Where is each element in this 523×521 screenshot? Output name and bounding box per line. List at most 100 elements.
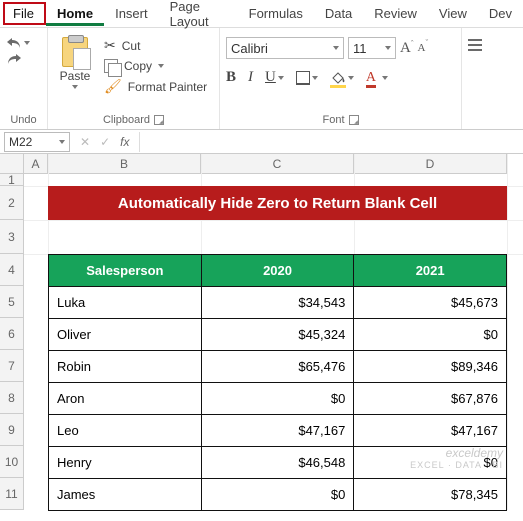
header-salesperson[interactable]: Salesperson [49,255,202,287]
cut-button[interactable]: ✂ Cut [104,37,207,54]
copy-label: Copy [124,59,152,73]
cell-2021[interactable]: $45,673 [354,287,507,319]
font-name-combo[interactable]: Calibri [226,37,344,59]
cell-2020[interactable]: $34,543 [201,287,354,319]
row-header[interactable]: 9 [0,414,24,446]
row-header[interactable]: 3 [0,220,24,254]
underline-button[interactable]: U [265,69,284,86]
row-header[interactable]: 7 [0,350,24,382]
italic-button[interactable]: I [248,69,253,86]
row-header[interactable]: 1 [0,174,24,186]
enter-formula-button[interactable]: ✓ [100,135,110,149]
copy-button[interactable]: Copy [104,59,207,73]
redo-icon [6,53,22,65]
cell-name[interactable]: Oliver [49,319,202,351]
caret-down-icon [333,46,339,50]
cell-2021[interactable]: $0 [354,447,507,479]
grow-font-icon: Aˆ [400,40,414,57]
header-2020[interactable]: 2020 [201,255,354,287]
cell-2021[interactable]: $47,167 [354,415,507,447]
cell-name[interactable]: Henry [49,447,202,479]
tab-data[interactable]: Data [314,2,363,25]
ribbon: Undo Paste ✂ Cut Copy 🖌 [0,28,523,130]
cell-2021[interactable]: $67,876 [354,383,507,415]
align-top-button[interactable] [468,31,482,51]
cell-name[interactable]: Luka [49,287,202,319]
cell-2020[interactable]: $46,548 [201,447,354,479]
table-row[interactable]: Aron$0$67,876 [49,383,507,415]
tab-review[interactable]: Review [363,2,428,25]
table-row[interactable]: James$0$78,345 [49,479,507,511]
fill-color-button[interactable] [330,71,354,85]
border-button[interactable] [296,71,318,85]
tab-developer[interactable]: Dev [478,2,523,25]
cell-2021[interactable]: $78,345 [354,479,507,511]
redo-button[interactable] [6,53,30,65]
header-2021[interactable]: 2021 [354,255,507,287]
name-box-value: M22 [9,135,32,149]
font-color-icon: A [366,70,376,86]
name-box[interactable]: M22 [4,132,70,152]
row-header[interactable]: 6 [0,318,24,350]
tab-view[interactable]: View [428,2,478,25]
row-header[interactable]: 2 [0,186,24,220]
table-row[interactable]: Robin$65,476$89,346 [49,351,507,383]
cell-2020[interactable]: $45,324 [201,319,354,351]
cell-2021[interactable]: $0 [354,319,507,351]
paste-icon [62,37,88,67]
cell-2020[interactable]: $65,476 [201,351,354,383]
font-name-value: Calibri [231,41,327,56]
cell-2020[interactable]: $47,167 [201,415,354,447]
row-header[interactable]: 10 [0,446,24,478]
tab-file[interactable]: File [3,2,46,25]
shrink-font-icon: Aˇ [418,42,429,54]
sheet-title: Automatically Hide Zero to Return Blank … [48,186,507,220]
cut-label: Cut [122,39,141,53]
tab-formulas[interactable]: Formulas [238,2,314,25]
insert-function-button[interactable]: fx [120,135,129,149]
shrink-font-button[interactable]: Aˇ [418,42,429,54]
col-header[interactable]: C [201,154,354,174]
cell-2020[interactable]: $0 [201,383,354,415]
col-header[interactable]: A [24,154,48,174]
row-header[interactable]: 4 [0,254,24,286]
clipboard-launcher[interactable] [154,115,164,125]
col-header[interactable]: D [354,154,507,174]
bold-button[interactable]: B [226,69,236,86]
undo-button[interactable] [6,37,30,49]
row-header[interactable]: 8 [0,382,24,414]
format-painter-button[interactable]: 🖌 Format Painter [104,78,207,95]
font-launcher[interactable] [349,115,359,125]
formula-bar: M22 ✕ ✓ fx [0,130,523,154]
cell-name[interactable]: Robin [49,351,202,383]
cell-name[interactable]: Leo [49,415,202,447]
row-header[interactable]: 5 [0,286,24,318]
border-icon [296,71,310,85]
fill-icon [330,71,346,85]
table-row[interactable]: Luka$34,543$45,673 [49,287,507,319]
caret-down-icon [158,64,164,68]
tab-home[interactable]: Home [46,2,104,26]
col-header[interactable]: B [48,154,201,174]
cell-2020[interactable]: $0 [201,479,354,511]
font-color-button[interactable]: A [366,70,388,86]
select-all-corner[interactable] [0,154,24,174]
cell-name[interactable]: James [49,479,202,511]
cancel-formula-button[interactable]: ✕ [80,135,90,149]
tab-insert[interactable]: Insert [104,2,159,25]
cell-name[interactable]: Aron [49,383,202,415]
table-row[interactable]: Leo$47,167$47,167 [49,415,507,447]
table-row[interactable]: Oliver$45,324$0 [49,319,507,351]
cell-2021[interactable]: $89,346 [354,351,507,383]
group-label-undo: Undo [6,112,41,129]
paste-button[interactable]: Paste [54,31,96,89]
group-label-font: Font [322,114,344,126]
font-size-combo[interactable]: 11 [348,37,396,59]
table-row[interactable]: Henry$46,548$0 [49,447,507,479]
grow-font-button[interactable]: Aˆ [400,40,414,57]
formula-input[interactable] [139,132,523,152]
ribbon-tabs: File Home Insert Page Layout Formulas Da… [0,0,523,28]
worksheet-grid[interactable]: 1 2 3 4 5 6 7 8 9 10 11 A B C D Automati… [0,154,523,510]
caret-down-icon [312,76,318,80]
row-header[interactable]: 11 [0,478,24,510]
